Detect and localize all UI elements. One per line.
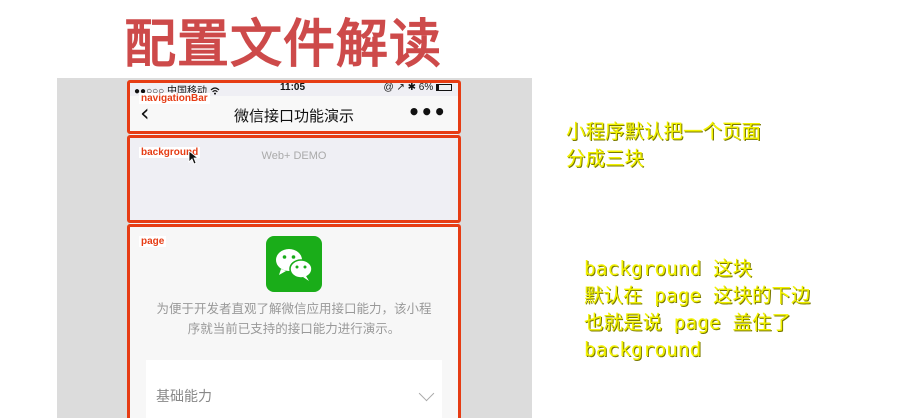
note-line: 也就是说 page 盖住了 [584, 311, 791, 334]
note-line: 分成三块 [566, 147, 645, 170]
note-line: 默认在 page 这块的下边 [584, 284, 811, 307]
note-line: background 这块 [584, 257, 753, 280]
note-line: background [584, 338, 702, 361]
navigation-bar-region [127, 80, 461, 134]
page-label: page [139, 236, 167, 247]
mouse-cursor-icon [188, 150, 199, 165]
note-page-split: 小程序默认把一个页面 分成三块 [566, 118, 761, 172]
navigation-bar-label: navigationBar [139, 93, 210, 104]
slide-title: 配置文件解读 [124, 15, 443, 75]
page-region [127, 224, 461, 418]
note-background-under-page: background 这块 默认在 page 这块的下边 也就是说 page 盖… [584, 255, 810, 363]
slide: 配置文件解读 ●●○○○ 中国移动 11:05 @ ↗ ✱ 6% ‹ 微信接口功… [0, 0, 916, 418]
note-line: 小程序默认把一个页面 [566, 120, 762, 143]
